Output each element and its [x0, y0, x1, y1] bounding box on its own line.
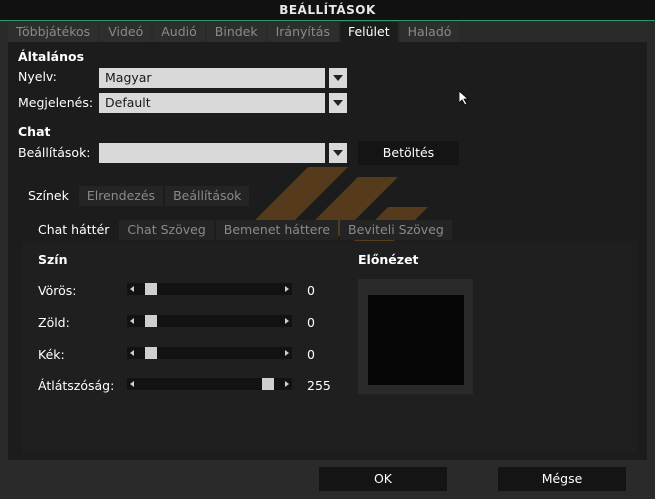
alpha-slider[interactable] — [127, 378, 292, 390]
slider-label: Vörös: — [38, 283, 77, 298]
slider-label: Kék: — [38, 347, 65, 362]
mouse-cursor-icon — [459, 91, 469, 105]
arrow-right-icon[interactable] — [285, 381, 289, 387]
arrow-right-icon[interactable] — [285, 318, 289, 324]
chat-settings-dropdown[interactable] — [99, 143, 325, 163]
cancel-button[interactable]: Mégse — [498, 467, 626, 491]
slider-label: Átlátszóság: — [38, 378, 115, 393]
tab-audio[interactable]: Audió — [153, 22, 205, 42]
chevron-down-icon[interactable] — [329, 143, 347, 163]
arrow-right-icon[interactable] — [285, 350, 289, 356]
slider-thumb[interactable] — [145, 315, 157, 327]
arrow-left-icon[interactable] — [130, 350, 134, 356]
alpha-value: 255 — [307, 378, 331, 393]
preview-frame — [358, 279, 473, 394]
load-button[interactable]: Betöltés — [358, 141, 459, 165]
tab-multiplayer[interactable]: Többjátékos — [8, 22, 99, 42]
colortab-chat-text[interactable]: Chat Szöveg — [119, 220, 214, 240]
window-title: BEÁLLÍTÁSOK — [279, 3, 376, 17]
arrow-left-icon[interactable] — [130, 381, 134, 387]
language-label: Nyelv: — [18, 69, 57, 84]
appearance-label: Megjelenés: — [18, 95, 94, 110]
colortab-chat-bg[interactable]: Chat háttér — [30, 220, 118, 240]
slider-thumb[interactable] — [145, 283, 157, 295]
color-target-tabs: Chat háttér Chat Szöveg Bemenet háttere … — [30, 220, 454, 240]
green-slider[interactable] — [127, 315, 292, 327]
red-slider[interactable] — [127, 283, 292, 295]
chevron-down-icon[interactable] — [329, 68, 347, 88]
slider-thumb[interactable] — [262, 378, 274, 390]
tab-video[interactable]: Videó — [100, 22, 152, 42]
preview-swatch — [368, 295, 464, 385]
arrow-left-icon[interactable] — [130, 318, 134, 324]
ok-button[interactable]: OK — [319, 467, 447, 491]
slider-thumb[interactable] — [145, 347, 157, 359]
slider-label: Zöld: — [38, 315, 70, 330]
tab-controls[interactable]: Irányítás — [267, 22, 338, 42]
preview-heading: Előnézet — [358, 252, 419, 267]
chevron-down-icon[interactable] — [329, 93, 347, 113]
red-value: 0 — [307, 283, 315, 298]
appearance-dropdown[interactable]: Default — [99, 93, 325, 113]
arrow-right-icon[interactable] — [285, 286, 289, 292]
chat-sub-tabs: Színek Elrendezés Beállítások — [20, 186, 251, 206]
tab-advanced[interactable]: Haladó — [399, 22, 460, 42]
tab-binds[interactable]: Bindek — [206, 22, 266, 42]
tab-interface[interactable]: Felület — [339, 22, 398, 42]
subtab-layout[interactable]: Elrendezés — [78, 186, 164, 206]
subtab-colors[interactable]: Színek — [20, 186, 77, 206]
color-heading: Szín — [38, 252, 68, 267]
language-dropdown[interactable]: Magyar — [99, 68, 325, 88]
subtab-settings[interactable]: Beállítások — [165, 186, 250, 206]
chat-heading: Chat — [18, 124, 51, 139]
blue-slider[interactable] — [127, 347, 292, 359]
main-tabs: Többjátékos Videó Audió Bindek Irányítás… — [8, 22, 461, 42]
color-panel — [22, 241, 637, 453]
chat-settings-label: Beállítások: — [18, 145, 91, 160]
blue-value: 0 — [307, 347, 315, 362]
general-heading: Általános — [18, 49, 85, 64]
green-value: 0 — [307, 315, 315, 330]
colortab-input-text[interactable]: Beviteli Szöveg — [340, 220, 452, 240]
arrow-left-icon[interactable] — [130, 286, 134, 292]
colortab-input-bg[interactable]: Bemenet háttere — [215, 220, 339, 240]
title-bar: BEÁLLÍTÁSOK — [0, 0, 655, 21]
